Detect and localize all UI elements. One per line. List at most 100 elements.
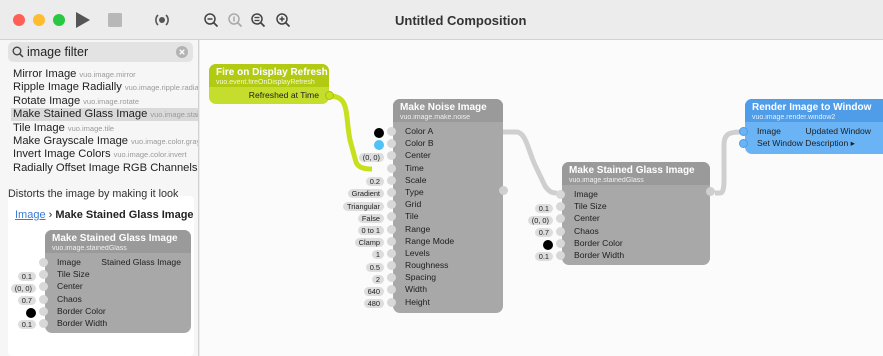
port-row[interactable]: (0, 0) Center — [527, 212, 710, 225]
color-swatch[interactable] — [26, 307, 36, 318]
port-value[interactable]: 0.1 — [534, 203, 553, 213]
list-item[interactable]: Invert Image Colors vuo.image.color.inver… — [13, 148, 198, 161]
zoom-in-icon[interactable] — [274, 9, 292, 31]
port-dot[interactable] — [739, 139, 748, 149]
port-dot[interactable]: Triangular — [343, 200, 396, 211]
port-value[interactable]: 0.1 — [17, 271, 36, 281]
port-row[interactable]: Refreshed at Time — [209, 89, 334, 101]
port-value[interactable]: 1 — [371, 250, 384, 260]
list-item[interactable]: Mirror Image vuo.image.mirror — [13, 68, 198, 81]
port-row[interactable]: 0.1 Tile Size — [534, 200, 710, 213]
port-dot[interactable]: 0.1 — [17, 318, 48, 330]
port-row[interactable]: Image Updated Window — [739, 125, 883, 137]
port-dot[interactable]: 0.7 — [534, 226, 565, 238]
zoom-button[interactable] — [53, 14, 65, 26]
list-item[interactable]: Radially Offset Image RGB Channelsvuo.im… — [13, 162, 198, 175]
breadcrumb-link[interactable]: Image — [15, 209, 46, 221]
minimize-button[interactable] — [33, 14, 45, 26]
port-value[interactable]: 0.2 — [365, 177, 384, 187]
port-value[interactable]: 0 to 1 — [357, 226, 384, 235]
port-row[interactable]: (0, 0) Center — [358, 149, 503, 162]
port-row[interactable]: Color B — [374, 137, 503, 151]
port-row[interactable]: 0.2 Scale — [365, 174, 503, 187]
port-row[interactable]: Border Color — [26, 305, 191, 318]
port-row[interactable]: 640 Width — [363, 283, 503, 296]
port-row[interactable]: 0.7 Chaos — [17, 293, 191, 306]
port-dot[interactable]: Gradient — [347, 187, 396, 199]
port-row[interactable]: 0.5 Roughness — [365, 259, 503, 272]
port-dot[interactable] — [26, 306, 48, 318]
preview-node-make-stained-glass[interactable]: Make Stained Glass Image vuo.image.staine… — [10, 230, 191, 333]
port-row[interactable]: Triangular Grid — [343, 198, 503, 211]
port-value[interactable]: (0, 0) — [358, 152, 384, 162]
port-value[interactable]: 0.7 — [534, 228, 553, 238]
list-item[interactable]: Tile Image vuo.image.tile — [13, 122, 198, 135]
port-row[interactable]: Clamp Range Mode — [354, 235, 503, 248]
port-row[interactable]: Image — [556, 188, 710, 200]
port-dot[interactable]: 480 — [363, 297, 396, 309]
port-value[interactable]: 0.5 — [365, 262, 384, 272]
actual-size-icon[interactable] — [226, 9, 244, 31]
search-field[interactable]: image filter — [8, 42, 193, 62]
output-port-dot[interactable] — [325, 91, 334, 100]
color-swatch[interactable] — [374, 128, 384, 138]
composition-canvas[interactable]: Fire on Display Refresh vuo.event.fireOnD… — [200, 40, 883, 356]
port-row[interactable]: 2 Spacing — [371, 271, 503, 284]
port-row[interactable]: Gradient Type — [347, 186, 503, 199]
port-row[interactable]: Image Stained Glass Image — [39, 256, 191, 268]
port-dot[interactable]: 640 — [363, 285, 396, 296]
node-make-stained-glass-image[interactable]: Make Stained Glass Image vuo.image.staine… — [527, 162, 715, 265]
output-port-dot[interactable] — [706, 187, 715, 196]
port-dot[interactable] — [739, 127, 748, 136]
port-dot[interactable]: 0.1 — [534, 250, 565, 262]
port-dot[interactable]: (0, 0) — [527, 214, 565, 225]
zoom-out-icon[interactable] — [202, 9, 220, 31]
port-dot[interactable] — [39, 258, 48, 267]
port-dot[interactable]: False — [357, 212, 396, 223]
port-row[interactable]: 480 Height — [363, 296, 503, 309]
run-icon[interactable] — [74, 9, 92, 31]
node-render-image-to-window[interactable]: Render Image to Window vuo.image.render.w… — [739, 99, 883, 154]
port-row[interactable]: Time — [387, 162, 503, 174]
port-value[interactable]: False — [357, 213, 384, 223]
list-item[interactable]: Rotate Image vuo.image.rotate — [13, 95, 198, 108]
color-swatch[interactable] — [543, 239, 553, 250]
search-input[interactable]: image filter — [27, 45, 88, 59]
port-row[interactable]: 0 to 1 Range — [357, 223, 503, 235]
port-value[interactable]: Clamp — [354, 238, 384, 248]
node-fire-on-display-refresh[interactable]: Fire on Display Refresh vuo.event.fireOnD… — [209, 64, 334, 104]
port-value[interactable]: 480 — [363, 299, 384, 309]
port-dot[interactable]: 1 — [371, 248, 396, 260]
port-row[interactable]: 0.1 Border Width — [534, 249, 710, 262]
port-dot[interactable]: (0, 0) — [358, 151, 396, 162]
port-dot[interactable] — [543, 238, 565, 250]
port-dot[interactable]: (0, 0) — [10, 282, 48, 293]
port-row[interactable]: False Tile — [357, 210, 503, 223]
port-row[interactable]: 0.7 Chaos — [534, 225, 710, 238]
port-dot[interactable]: Clamp — [354, 236, 396, 248]
port-dot[interactable]: 0.1 — [534, 202, 565, 213]
port-row[interactable]: 0.1 Tile Size — [17, 268, 191, 281]
port-dot[interactable] — [556, 190, 565, 199]
port-row[interactable]: Border Color — [543, 237, 710, 250]
close-button[interactable] — [13, 14, 25, 26]
broadcast-icon[interactable] — [153, 9, 171, 31]
port-row[interactable]: 0.1 Border Width — [17, 317, 191, 330]
port-dot[interactable]: 0.7 — [17, 294, 48, 306]
port-dot[interactable]: 2 — [371, 273, 396, 284]
port-value[interactable]: (0, 0) — [10, 283, 36, 293]
port-value[interactable]: 640 — [363, 286, 384, 296]
port-row[interactable]: Color A — [374, 125, 503, 138]
port-value[interactable]: 2 — [371, 274, 384, 284]
output-port-dot[interactable] — [499, 186, 508, 195]
list-item[interactable]: Make Grayscale Image vuo.image.color.gray — [13, 135, 198, 148]
port-dot[interactable]: 0.1 — [17, 270, 48, 281]
port-value[interactable]: 0.1 — [17, 320, 36, 330]
port-dot[interactable]: 0 to 1 — [357, 224, 396, 235]
port-dot[interactable] — [374, 127, 396, 138]
port-dot[interactable] — [387, 163, 396, 173]
stop-icon[interactable] — [106, 9, 124, 31]
port-value[interactable]: (0, 0) — [527, 215, 553, 225]
node-make-noise-image[interactable]: Make Noise Image vuo.image.make.noise Col… — [343, 99, 508, 313]
port-row[interactable]: Set Window Description ▸ — [739, 137, 883, 149]
